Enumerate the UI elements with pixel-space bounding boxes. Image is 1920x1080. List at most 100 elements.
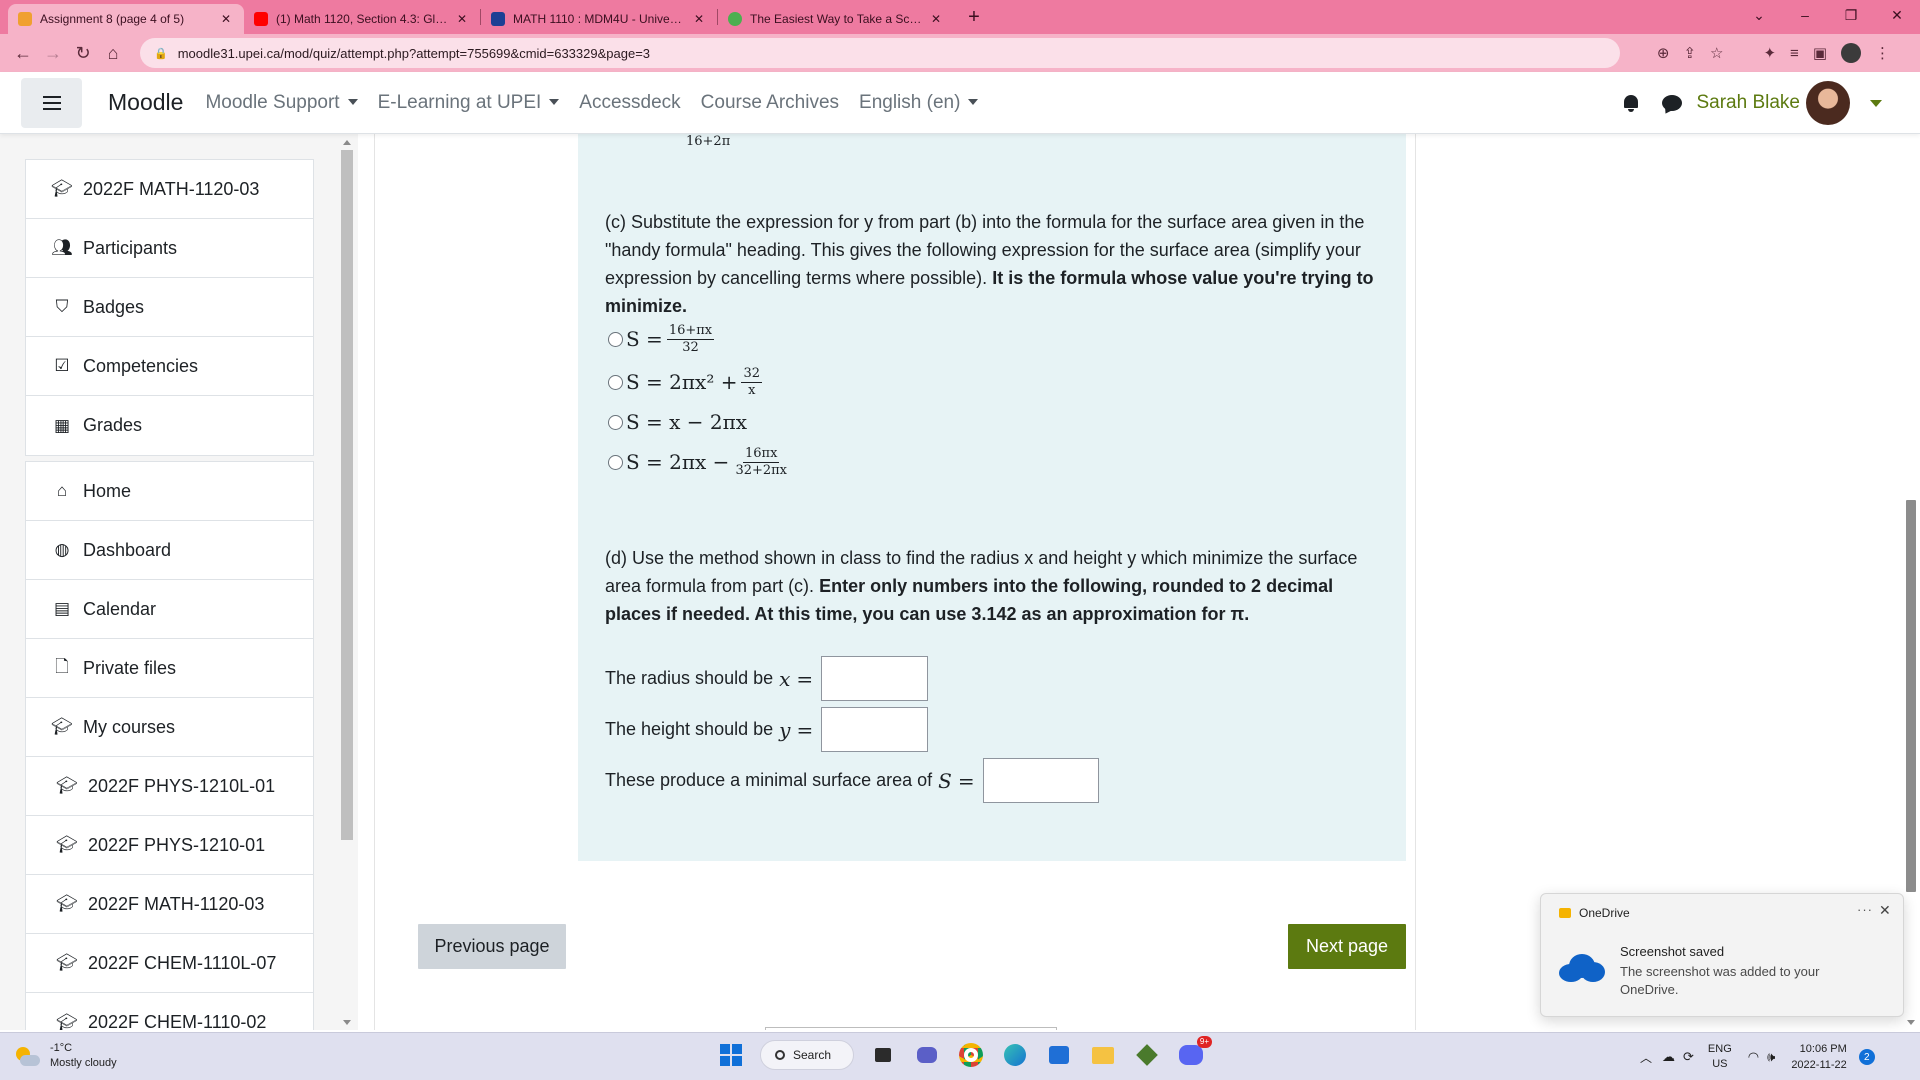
drawer-item-home[interactable]: ⌂ Home [26, 462, 313, 521]
browser-tab[interactable]: (1) Math 1120, Section 4.3: Globa ✕ [244, 4, 480, 34]
drawer-toggle-button[interactable] [21, 77, 82, 128]
drawer-scroll-down-icon[interactable] [343, 1020, 351, 1025]
minimize-window-button[interactable]: – [1782, 0, 1828, 30]
drawer-item-course[interactable]: 🎓︎ 2022F CHEM-1110-02 [26, 993, 313, 1030]
drawer-scrollbar[interactable] [341, 150, 353, 840]
chrome-icon[interactable] [956, 1040, 986, 1070]
onedrive-notification[interactable]: OneDrive ··· ✕ Screenshot saved The scre… [1540, 893, 1904, 1017]
answer-option[interactable]: S = 2πx − 16πx 32+2πx [608, 445, 793, 479]
drawer-scroll-up-icon[interactable] [343, 140, 351, 145]
nav-link-elearning[interactable]: E-Learning at UPEI [368, 92, 570, 114]
radio-button[interactable] [608, 331, 623, 347]
close-tab-icon[interactable]: ✕ [454, 12, 470, 26]
radio-button[interactable] [608, 374, 623, 390]
browser-menu-icon[interactable]: ⋮ [1875, 44, 1890, 62]
sync-icon[interactable]: ⟳ [1683, 1049, 1694, 1065]
browser-tab[interactable]: MATH 1110 : MDM4U - Universit ✕ [481, 4, 717, 34]
drawer-item-my-courses[interactable]: 🎓︎ My courses [26, 698, 313, 757]
side-panel-icon[interactable]: ▣ [1813, 44, 1827, 62]
notifications-bell-icon[interactable] [1622, 94, 1640, 112]
answer-variable: y [779, 717, 791, 742]
close-tab-icon[interactable]: ✕ [928, 12, 944, 26]
answer-option[interactable]: S = 16+πx 32 [608, 322, 718, 356]
drawer-item-course[interactable]: 🎓︎ 2022F PHYS-1210L-01 [26, 757, 313, 816]
drawer-item-course[interactable]: 🎓︎ 2022F MATH-1120-03 [26, 875, 313, 934]
language-menu[interactable]: English (en) [849, 92, 988, 114]
drawer-item-course[interactable]: 🎓︎ 2022F CHEM-1110L-07 [26, 934, 313, 993]
drawer-item-participants[interactable]: 👥︎ Participants [26, 219, 313, 278]
file-explorer-icon[interactable] [1088, 1040, 1118, 1070]
close-tab-icon[interactable]: ✕ [218, 12, 234, 26]
new-tab-button[interactable]: + [960, 3, 988, 31]
nav-link-accessdeck[interactable]: Accessdeck [569, 92, 690, 114]
nav-link-moodle-support[interactable]: Moodle Support [195, 92, 367, 114]
drawer-item-badges[interactable]: ⛉ Badges [26, 278, 313, 337]
browser-tab[interactable]: The Easiest Way to Take a Screen ✕ [718, 4, 954, 34]
radio-button[interactable] [608, 454, 623, 470]
nav-link-course-archives[interactable]: Course Archives [691, 92, 849, 114]
user-menu-caret-icon[interactable] [1870, 99, 1882, 107]
back-button[interactable]: ← [8, 38, 38, 68]
restore-window-button[interactable]: ❐ [1828, 0, 1874, 30]
drawer-item-course[interactable]: 🎓︎ 2022F PHYS-1210-01 [26, 816, 313, 875]
input-language[interactable]: ENG US [1708, 1042, 1732, 1072]
volume-icon[interactable]: 🕪︎ [1767, 1049, 1775, 1065]
edge-icon[interactable] [1000, 1040, 1030, 1070]
height-input[interactable] [821, 707, 929, 752]
drawer-item-grades[interactable]: ▦ Grades [26, 396, 313, 455]
start-button[interactable] [716, 1040, 746, 1070]
tray-overflow-chevron-icon[interactable]: ︿ [1640, 1049, 1652, 1066]
onedrive-tray-icon[interactable]: ☁ [1662, 1049, 1675, 1065]
close-icon[interactable]: ✕ [1879, 902, 1891, 919]
drawer-item-course[interactable]: 🎓︎ 2022F MATH-1120-03 [26, 160, 313, 219]
drawer-item-private-files[interactable]: 🗋 Private files [26, 639, 313, 698]
answer-option[interactable]: S = x − 2πx [608, 405, 747, 439]
reload-button[interactable]: ↻ [68, 38, 98, 68]
page-scrollbar[interactable] [1906, 500, 1916, 892]
profile-avatar-icon[interactable] [1841, 43, 1861, 63]
caret-down-icon [968, 99, 979, 106]
surface-area-input[interactable] [982, 758, 1099, 803]
taskbar-search[interactable]: Search [760, 1040, 854, 1070]
radius-input[interactable] [821, 656, 929, 701]
graduation-cap-icon: 🎓︎ [56, 1012, 78, 1031]
teams-chat-icon[interactable] [912, 1040, 942, 1070]
wifi-icon[interactable]: ◠ [1748, 1049, 1759, 1065]
microsoft-store-icon[interactable] [1044, 1040, 1074, 1070]
discord-icon[interactable]: 9+ [1176, 1036, 1212, 1070]
messages-icon[interactable] [1662, 95, 1683, 111]
clock-date: 2022-11-22 [1791, 1059, 1847, 1071]
next-page-button[interactable]: Next page [1288, 924, 1406, 969]
extensions-puzzle-icon[interactable]: ✦ [1763, 44, 1776, 62]
more-options-icon[interactable]: ··· [1857, 902, 1873, 917]
user-name[interactable]: Sarah Blake [1696, 92, 1800, 114]
close-tab-icon[interactable]: ✕ [691, 12, 707, 26]
clock-time: 10:06 PM [1799, 1043, 1847, 1055]
answer-option[interactable]: S = 2πx² + 32 x [608, 365, 766, 399]
tab-search-chevron-icon[interactable]: ⌄ [1736, 0, 1782, 30]
site-brand[interactable]: Moodle [108, 89, 183, 116]
drawer-item-competencies[interactable]: ☑ Competencies [26, 337, 313, 396]
minecraft-icon[interactable] [1132, 1040, 1162, 1070]
previous-page-button[interactable]: Previous page [418, 924, 566, 969]
task-view-icon[interactable] [868, 1040, 898, 1070]
drawer-item-dashboard[interactable]: ◍ Dashboard [26, 521, 313, 580]
radio-button[interactable] [608, 414, 623, 430]
address-bar[interactable]: 🔒 moodle31.upei.ca/mod/quiz/attempt.php?… [140, 38, 1620, 68]
weather-widget[interactable]: -1°C Mostly cloudy [14, 1041, 117, 1071]
page-scroll-down-icon[interactable] [1907, 1020, 1915, 1025]
close-window-button[interactable]: ✕ [1874, 0, 1920, 30]
zoom-icon[interactable]: ⊕ [1657, 44, 1670, 62]
avatar[interactable] [1806, 81, 1850, 125]
share-icon[interactable]: ⇪ [1683, 44, 1696, 62]
forward-button[interactable]: → [38, 38, 68, 68]
home-button[interactable]: ⌂ [98, 38, 128, 68]
bookmark-star-icon[interactable]: ☆ [1710, 44, 1723, 62]
clock[interactable]: 10:06 PM 2022-11-22 [1791, 1041, 1846, 1073]
height-answer-row: The height should be y = [605, 707, 929, 752]
browser-tab[interactable]: Assignment 8 (page 4 of 5) ✕ [8, 4, 244, 34]
drawer-item-calendar[interactable]: ▤ Calendar [26, 580, 313, 639]
reading-list-icon[interactable]: ≡ [1790, 45, 1799, 62]
part-c-text: (c) Substitute the expression for y from… [605, 208, 1385, 320]
notification-count-badge[interactable]: 2 [1858, 1049, 1875, 1065]
